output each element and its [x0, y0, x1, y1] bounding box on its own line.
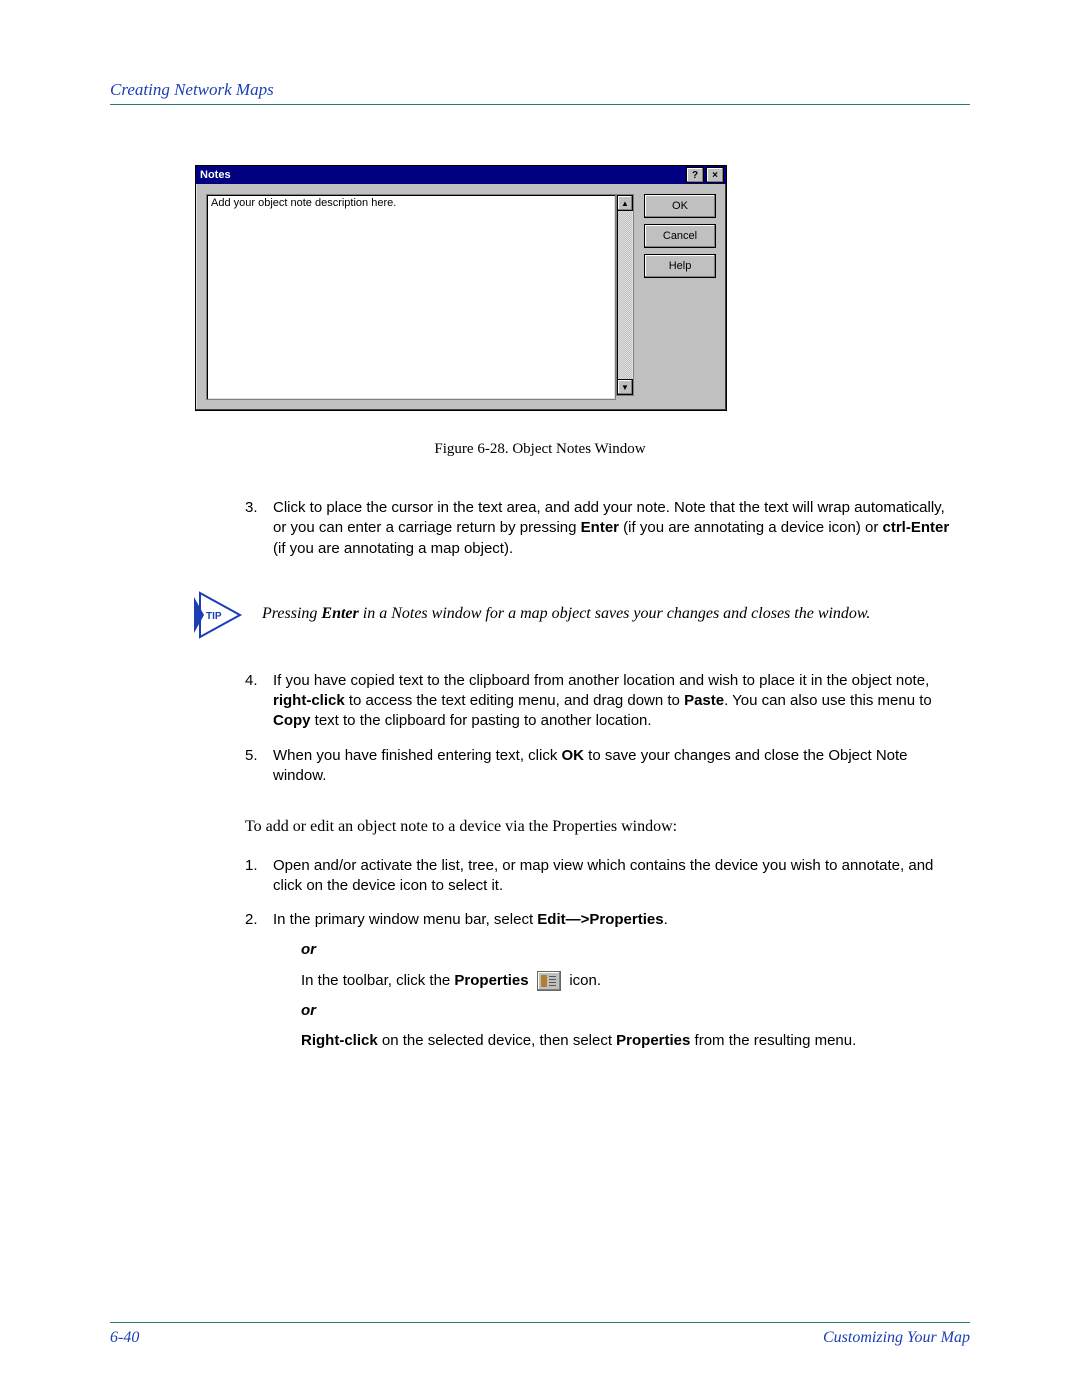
section-title: Creating Network Maps [110, 80, 274, 99]
help-icon[interactable]: ? [686, 167, 704, 183]
intro-text: To add or edit an object note to a devic… [245, 816, 950, 838]
notes-dialog: Notes ? × Add your object note descripti… [195, 165, 727, 411]
close-icon[interactable]: × [706, 167, 724, 183]
page-number: 6-40 [110, 1329, 139, 1347]
or-label: or [301, 940, 950, 960]
footer-title: Customizing Your Map [823, 1329, 970, 1347]
dialog-title: Notes [198, 169, 684, 181]
tip-callout: TIP Pressing Enter in a Notes window for… [190, 585, 970, 645]
page-header: Creating Network Maps [110, 80, 970, 105]
or-label: or [301, 1001, 950, 1021]
properties-icon [537, 971, 561, 991]
page-footer: 6-40 Customizing Your Map [110, 1322, 970, 1347]
dialog-figure: Notes ? × Add your object note descripti… [195, 165, 970, 411]
alt-instruction: Right-click on the selected device, then… [301, 1031, 950, 1051]
ok-button[interactable]: OK [644, 194, 716, 218]
help-button[interactable]: Help [644, 254, 716, 278]
figure-caption: Figure 6-28. Object Notes Window [110, 441, 970, 458]
tip-icon: TIP [190, 585, 250, 645]
alt-instruction: In the toolbar, click the Properties ico… [301, 971, 950, 991]
list-item: 1. Open and/or activate the list, tree, … [245, 856, 950, 897]
scroll-down-icon[interactable]: ▼ [617, 379, 633, 395]
notes-textarea[interactable]: Add your object note description here. [206, 194, 616, 400]
list-item: 2. In the primary window menu bar, selec… [245, 910, 950, 1061]
cancel-button[interactable]: Cancel [644, 224, 716, 248]
list-item: 4. If you have copied text to the clipbo… [245, 671, 950, 732]
list-item: 3. Click to place the cursor in the text… [245, 498, 950, 559]
svg-text:TIP: TIP [206, 611, 222, 622]
dialog-titlebar: Notes ? × [196, 166, 726, 184]
list-item: 5. When you have finished entering text,… [245, 746, 950, 787]
textarea-scrollbar[interactable]: ▲ ▼ [616, 194, 634, 396]
scroll-up-icon[interactable]: ▲ [617, 195, 633, 211]
